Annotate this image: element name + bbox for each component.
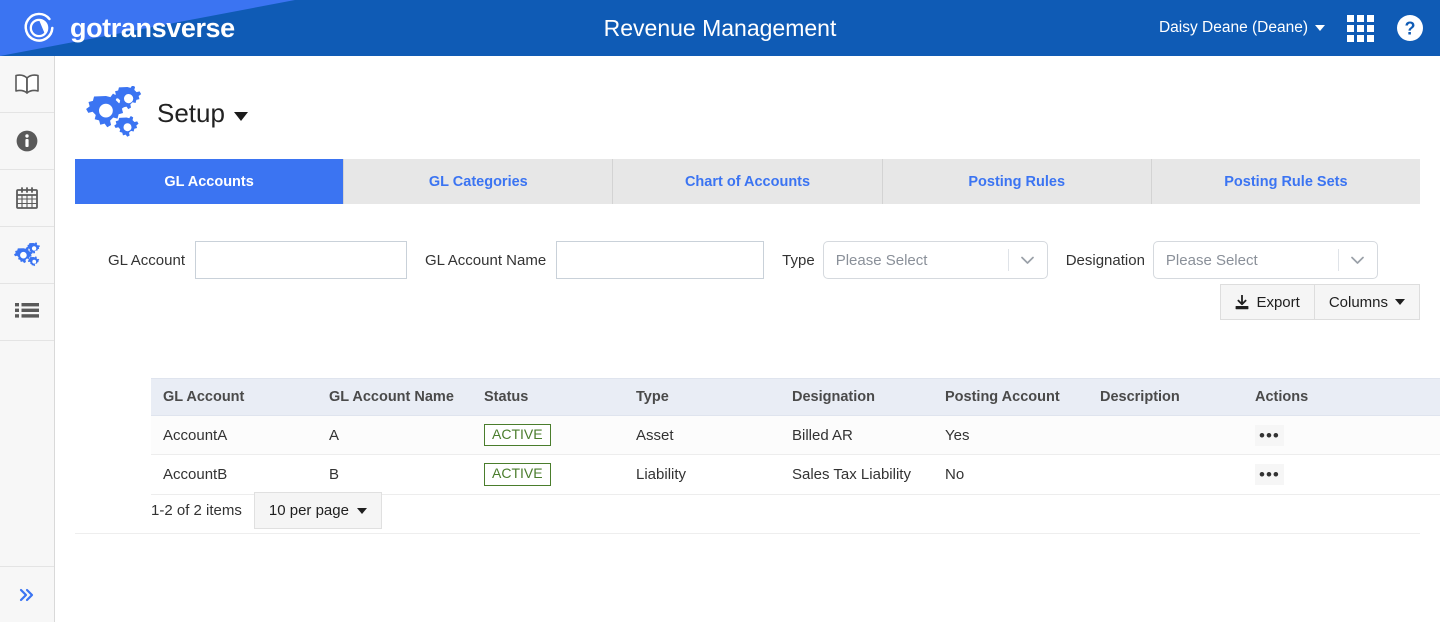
user-menu-label: Daisy Deane (Deane) bbox=[1158, 19, 1308, 36]
designation-label: Designation bbox=[1065, 251, 1145, 269]
col-gl-account[interactable]: GL Account bbox=[151, 378, 317, 416]
pagination-count: 1-2 of 2 items bbox=[151, 502, 242, 519]
brand-name: gotransverse bbox=[70, 13, 235, 43]
caret-down-icon bbox=[1395, 299, 1405, 305]
svg-text:?: ? bbox=[1405, 19, 1416, 39]
book-icon bbox=[15, 74, 39, 94]
table-toolbar: Export Columns bbox=[1220, 284, 1420, 320]
chevron-down-icon bbox=[1009, 256, 1047, 265]
sidebar-expand-button[interactable] bbox=[0, 566, 54, 622]
sidebar-item-calendar[interactable] bbox=[0, 170, 54, 227]
sidebar-item-info[interactable] bbox=[0, 113, 54, 170]
sidebar-item-book[interactable] bbox=[0, 56, 54, 113]
col-designation[interactable]: Designation bbox=[780, 378, 933, 416]
page-title-dropdown[interactable]: Setup bbox=[157, 98, 248, 129]
columns-label: Columns bbox=[1328, 293, 1388, 311]
status-badge: ACTIVE bbox=[484, 463, 551, 486]
cell-type: Liability bbox=[624, 454, 780, 495]
cell-status: ACTIVE bbox=[472, 454, 624, 495]
type-select-value: Please Select bbox=[835, 251, 928, 269]
cell-posting-account: No bbox=[933, 454, 1088, 495]
col-type[interactable]: Type bbox=[624, 378, 780, 416]
export-button[interactable]: Export bbox=[1220, 284, 1315, 320]
chevron-down-icon bbox=[1339, 256, 1377, 265]
row-actions-button[interactable]: ••• bbox=[1255, 464, 1284, 486]
col-actions: Actions bbox=[1243, 378, 1383, 416]
type-select[interactable]: Please Select bbox=[822, 241, 1048, 279]
cell-gl-account: AccountA bbox=[151, 415, 317, 456]
cell-posting-account: Yes bbox=[933, 415, 1088, 456]
caret-down-icon bbox=[356, 507, 367, 514]
calendar-icon bbox=[16, 187, 38, 209]
row-actions-button[interactable]: ••• bbox=[1255, 424, 1284, 446]
designation-select[interactable]: Please Select bbox=[1152, 241, 1378, 279]
table-row: AccountA A ACTIVE Asset Billed AR Yes ••… bbox=[151, 415, 1440, 456]
gl-account-name-input[interactable] bbox=[556, 241, 765, 279]
cell-details bbox=[1383, 415, 1440, 456]
list-icon bbox=[15, 303, 39, 318]
cell-designation: Sales Tax Liability bbox=[780, 454, 933, 495]
grid-apps-icon[interactable] bbox=[1347, 14, 1374, 42]
type-label: Type bbox=[782, 251, 815, 269]
tab-posting-rules[interactable]: Posting Rules bbox=[882, 159, 1152, 204]
details-wrap bbox=[1383, 464, 1440, 486]
per-page-dropdown[interactable]: 10 per page bbox=[253, 492, 382, 529]
tab-posting-rule-sets[interactable]: Posting Rule Sets bbox=[1151, 159, 1421, 204]
gl-accounts-panel: GL Account GL Account Name Type Please S… bbox=[75, 204, 1440, 534]
circle-swoosh-logo-icon bbox=[24, 12, 54, 42]
cell-status: ACTIVE bbox=[472, 415, 624, 456]
help-circle-icon[interactable]: ? bbox=[1396, 14, 1424, 42]
col-details: Details bbox=[1383, 378, 1440, 416]
app-header: gotransverse Revenue Management Daisy De… bbox=[0, 0, 1440, 56]
tab-bar: GL Accounts GL Categories Chart of Accou… bbox=[75, 159, 1421, 204]
cell-details bbox=[1383, 454, 1440, 495]
cell-designation: Billed AR bbox=[780, 415, 933, 456]
col-description[interactable]: Description bbox=[1088, 378, 1243, 416]
header-actions: Daisy Deane (Deane) ? bbox=[1159, 0, 1424, 56]
cell-actions: ••• bbox=[1243, 454, 1383, 495]
cell-gl-account-name: B bbox=[317, 454, 472, 495]
gl-account-label: GL Account bbox=[108, 251, 185, 269]
designation-select-value: Please Select bbox=[1165, 251, 1258, 269]
gl-accounts-table: GL Account GL Account Name Status Type D… bbox=[151, 378, 1440, 495]
cell-gl-account-name: A bbox=[317, 415, 472, 456]
cell-type: Asset bbox=[624, 415, 780, 456]
sidebar-item-list[interactable] bbox=[0, 284, 54, 341]
col-gl-account-name[interactable]: GL Account Name bbox=[317, 378, 472, 416]
table-header-row: GL Account GL Account Name Status Type D… bbox=[151, 378, 1440, 416]
status-badge: ACTIVE bbox=[484, 424, 551, 447]
cell-actions: ••• bbox=[1243, 415, 1383, 456]
tab-gl-accounts[interactable]: GL Accounts bbox=[75, 159, 345, 204]
gears-icon bbox=[86, 86, 142, 137]
sidebar-item-setup[interactable] bbox=[0, 227, 54, 284]
info-circle-icon bbox=[16, 130, 38, 152]
tab-gl-categories[interactable]: GL Categories bbox=[344, 159, 614, 204]
cell-gl-account: AccountB bbox=[151, 454, 317, 495]
col-status[interactable]: Status bbox=[472, 378, 624, 416]
col-posting-account[interactable]: Posting Account bbox=[933, 378, 1088, 416]
cell-description bbox=[1088, 454, 1243, 495]
cell-description bbox=[1088, 415, 1243, 456]
export-label: Export bbox=[1256, 293, 1300, 311]
filter-row: GL Account GL Account Name Type Please S… bbox=[75, 240, 1420, 280]
page-title: Setup bbox=[157, 97, 225, 128]
download-icon bbox=[1236, 294, 1249, 309]
brand[interactable]: gotransverse bbox=[20, 9, 235, 47]
columns-button[interactable]: Columns bbox=[1314, 284, 1420, 320]
user-menu-button[interactable]: Daisy Deane (Deane) bbox=[1159, 19, 1325, 37]
details-wrap bbox=[1383, 424, 1440, 446]
double-chevron-right-icon bbox=[19, 588, 34, 601]
tab-chart-of-accounts[interactable]: Chart of Accounts bbox=[613, 159, 883, 204]
pagination: 1-2 of 2 items 10 per page bbox=[151, 492, 382, 529]
sidebar bbox=[0, 56, 55, 622]
caret-down-icon bbox=[1315, 25, 1325, 31]
gl-account-input[interactable] bbox=[195, 241, 407, 279]
per-page-label: 10 per page bbox=[268, 502, 349, 519]
caret-down-icon bbox=[233, 111, 248, 121]
page-header: Setup bbox=[85, 86, 248, 140]
table-row: AccountB B ACTIVE Liability Sales Tax Li… bbox=[151, 454, 1440, 495]
gears-icon bbox=[13, 242, 40, 267]
main-content: Setup GL Accounts GL Categories Chart of… bbox=[55, 56, 1440, 622]
gl-account-name-label: GL Account Name bbox=[425, 251, 547, 269]
